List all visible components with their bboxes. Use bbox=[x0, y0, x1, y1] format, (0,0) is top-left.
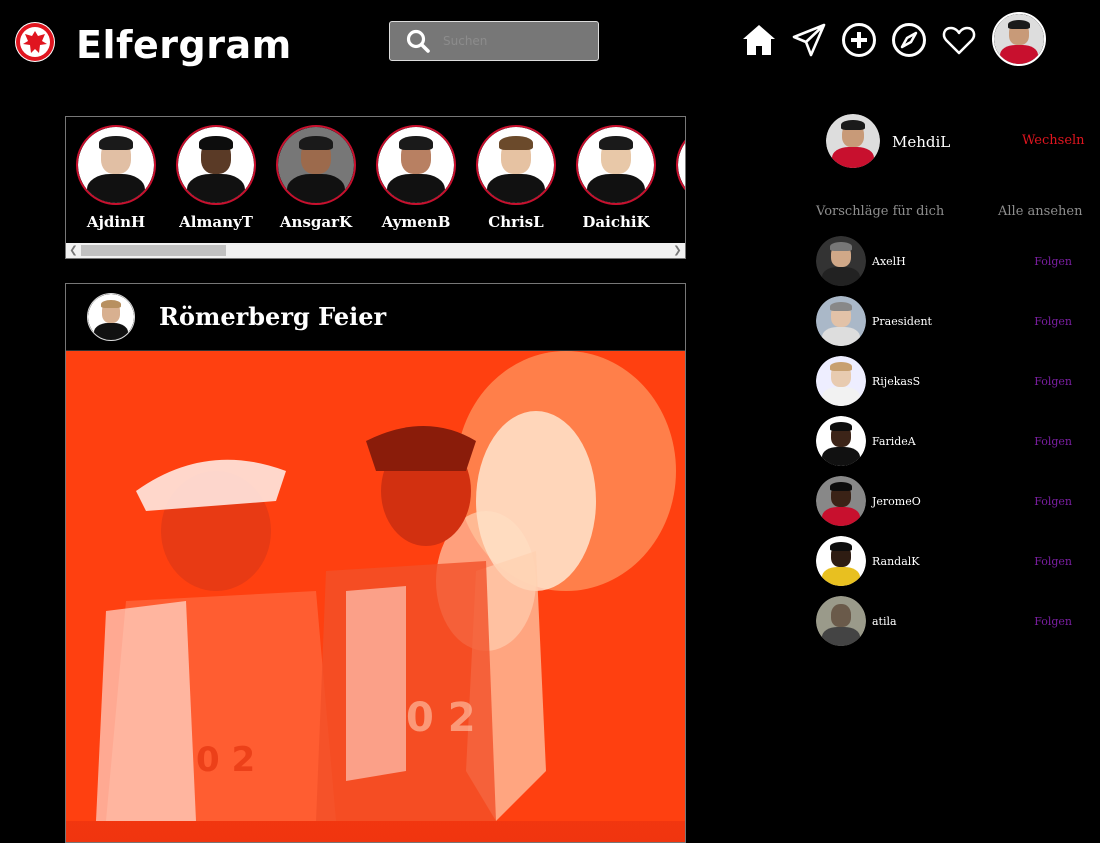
search-icon bbox=[406, 29, 430, 53]
suggestion-avatar[interactable] bbox=[816, 296, 866, 346]
suggestion-item: FarideA Folgen bbox=[816, 416, 1072, 466]
scroll-left-icon[interactable]: ❮ bbox=[66, 243, 81, 258]
story-name: AnsgarK bbox=[279, 213, 353, 231]
follow-button[interactable]: Folgen bbox=[1034, 495, 1072, 508]
follow-button[interactable]: Folgen bbox=[1034, 315, 1072, 328]
follow-button[interactable]: Folgen bbox=[1034, 615, 1072, 628]
suggestion-item: Praesident Folgen bbox=[816, 296, 1072, 346]
current-user-name[interactable]: MehdiL bbox=[892, 133, 950, 151]
story-avatar bbox=[576, 125, 656, 205]
post-title: Römerberg Feier bbox=[159, 302, 387, 331]
story-item[interactable]: AymenB bbox=[373, 125, 459, 231]
send-icon[interactable] bbox=[791, 22, 827, 58]
follow-button[interactable]: Folgen bbox=[1034, 555, 1072, 568]
story-name: AlmanyT bbox=[179, 213, 253, 231]
scrollbar-thumb[interactable] bbox=[81, 245, 226, 256]
svg-text:0 2: 0 2 bbox=[196, 740, 255, 780]
suggestions-title: Vorschläge für dich bbox=[816, 204, 945, 219]
story-name: DaichiK bbox=[582, 213, 650, 231]
story-avatar bbox=[176, 125, 256, 205]
current-user-avatar[interactable] bbox=[826, 114, 880, 168]
post-author-avatar[interactable] bbox=[87, 293, 135, 341]
story-avatar bbox=[276, 125, 356, 205]
story-avatar bbox=[676, 125, 685, 205]
home-icon[interactable] bbox=[741, 22, 777, 58]
search-input[interactable] bbox=[441, 33, 585, 49]
suggestion-avatar[interactable] bbox=[816, 416, 866, 466]
suggestion-name[interactable]: AxelH bbox=[872, 255, 906, 268]
suggestion-name[interactable]: RijekasS bbox=[872, 375, 920, 388]
add-icon[interactable] bbox=[841, 22, 877, 58]
story-item[interactable]: AlmanyT bbox=[173, 125, 259, 231]
explore-icon[interactable] bbox=[891, 22, 927, 58]
suggestion-item: RijekasS Folgen bbox=[816, 356, 1072, 406]
story-name: AjdinH bbox=[86, 213, 146, 231]
story-avatar bbox=[476, 125, 556, 205]
heart-icon[interactable] bbox=[941, 22, 977, 58]
scroll-right-icon[interactable]: ❯ bbox=[670, 243, 685, 258]
profile-avatar[interactable] bbox=[992, 12, 1046, 66]
stories-strip[interactable]: AjdinH AlmanyT AnsgarK AymenB ChrisL Dai… bbox=[65, 116, 686, 259]
switch-account-link[interactable]: Wechseln bbox=[1022, 133, 1085, 148]
story-item[interactable]: AjdinH bbox=[73, 125, 159, 231]
story-name: ChrisL bbox=[488, 213, 544, 231]
suggestion-avatar[interactable] bbox=[816, 236, 866, 286]
story-name: AymenB bbox=[381, 213, 451, 231]
story-item[interactable]: AnsgarK bbox=[273, 125, 359, 231]
suggestion-avatar[interactable] bbox=[816, 536, 866, 586]
suggestion-item: RandalK Folgen bbox=[816, 536, 1072, 586]
story-item[interactable]: DaichiK bbox=[573, 125, 659, 231]
suggestion-item: JeromeO Folgen bbox=[816, 476, 1072, 526]
suggestion-item: AxelH Folgen bbox=[816, 236, 1072, 286]
celebration-photo: 0 2 0 2 bbox=[66, 351, 685, 821]
story-item-partial[interactable] bbox=[673, 125, 685, 205]
follow-button[interactable]: Folgen bbox=[1034, 375, 1072, 388]
suggestion-name[interactable]: JeromeO bbox=[872, 495, 921, 508]
brand-title[interactable]: Elfergram bbox=[76, 20, 292, 70]
suggestion-avatar[interactable] bbox=[816, 596, 866, 646]
see-all-link[interactable]: Alle ansehen bbox=[998, 204, 1082, 219]
post-header: Römerberg Feier bbox=[66, 284, 685, 351]
suggestion-avatar[interactable] bbox=[816, 476, 866, 526]
stories-scrollbar[interactable]: ❮ ❯ bbox=[66, 243, 685, 258]
search-box[interactable] bbox=[389, 21, 599, 61]
follow-button[interactable]: Folgen bbox=[1034, 435, 1072, 448]
suggestion-name[interactable]: FarideA bbox=[872, 435, 916, 448]
suggestion-name[interactable]: atila bbox=[872, 615, 897, 628]
eagle-icon bbox=[16, 23, 54, 61]
suggestion-name[interactable]: RandalK bbox=[872, 555, 920, 568]
post-image[interactable]: 0 2 0 2 bbox=[66, 351, 685, 842]
eintracht-logo[interactable] bbox=[15, 22, 55, 62]
follow-button[interactable]: Folgen bbox=[1034, 255, 1072, 268]
svg-text:0 2: 0 2 bbox=[406, 695, 476, 741]
suggestion-name[interactable]: Praesident bbox=[872, 315, 932, 328]
suggestion-item: atila Folgen bbox=[816, 596, 1072, 646]
story-avatar bbox=[76, 125, 156, 205]
story-avatar bbox=[376, 125, 456, 205]
story-item[interactable]: ChrisL bbox=[473, 125, 559, 231]
post-card: Römerberg Feier 0 2 0 2 bbox=[65, 283, 686, 843]
suggestion-avatar[interactable] bbox=[816, 356, 866, 406]
